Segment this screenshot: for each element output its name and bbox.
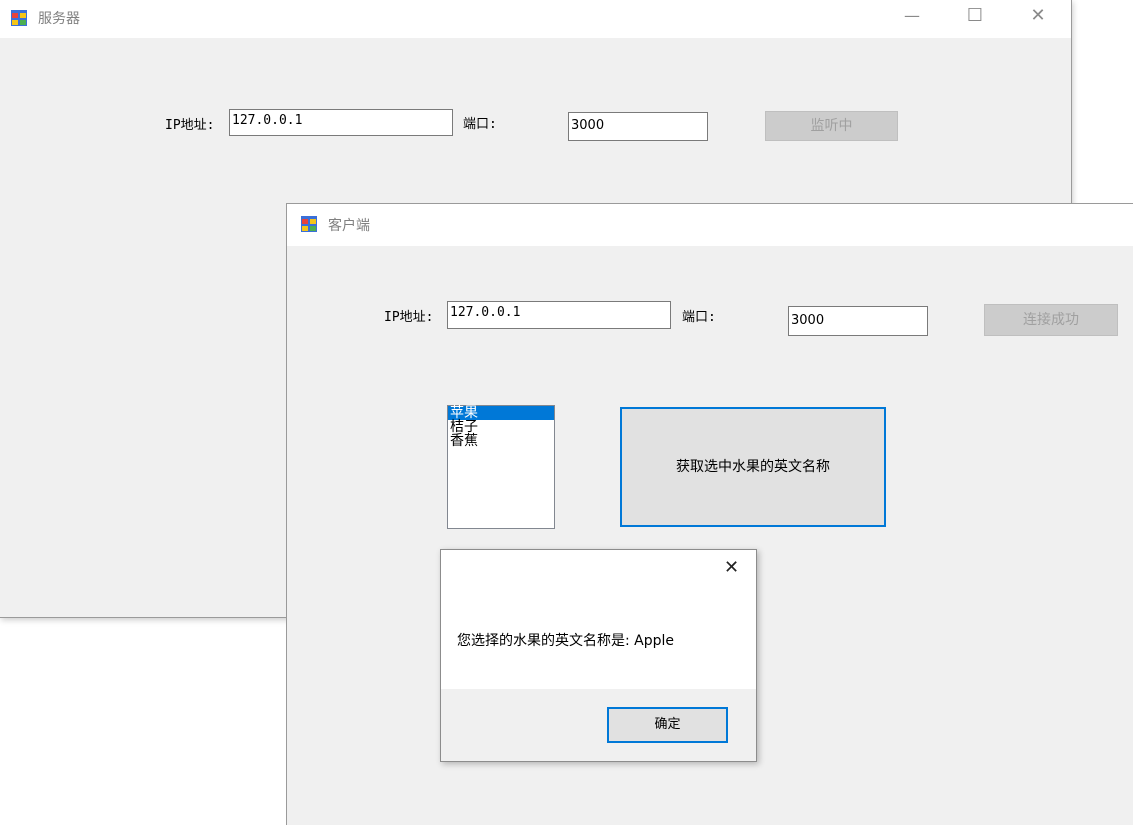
minimize-icon[interactable]: — <box>889 0 935 32</box>
client-ip-label: IP地址: <box>384 310 434 325</box>
server-window-title: 服务器 <box>38 11 80 27</box>
connect-button[interactable]: 连接成功 <box>984 304 1118 336</box>
list-item[interactable]: 苹果 <box>448 406 554 420</box>
app-icon <box>11 10 27 26</box>
client-port-label: 端口: <box>682 310 716 325</box>
app-icon <box>301 216 317 232</box>
message-box-footer: 确定 <box>441 689 756 761</box>
maximize-icon[interactable]: ☐ <box>952 0 998 32</box>
client-window-title: 客户端 <box>328 218 370 234</box>
listen-button[interactable]: 监听中 <box>765 111 898 141</box>
message-box: ✕ 您选择的水果的英文名称是: Apple 确定 <box>440 549 757 762</box>
client-ip-input[interactable]: 127.0.0.1 <box>447 301 671 329</box>
list-item[interactable]: 香蕉 <box>448 434 554 448</box>
server-title-bar[interactable]: 服务器 — ☐ ✕ <box>0 0 1071 38</box>
server-ip-label: IP地址: <box>165 118 215 133</box>
fruit-listbox[interactable]: 苹果 桔子 香蕉 <box>447 405 555 529</box>
client-port-input[interactable]: 3000 <box>788 306 928 336</box>
server-port-input[interactable]: 3000 <box>568 112 708 141</box>
client-title-bar[interactable]: 客户端 <box>287 204 1133 246</box>
close-icon[interactable]: ✕ <box>1015 0 1061 32</box>
get-english-name-button[interactable]: 获取选中水果的英文名称 <box>620 407 886 527</box>
server-port-label: 端口: <box>463 117 497 132</box>
server-ip-input[interactable]: 127.0.0.1 <box>229 109 453 136</box>
close-icon[interactable]: ✕ <box>724 557 739 578</box>
message-text: 您选择的水果的英文名称是: Apple <box>457 633 675 649</box>
ok-button[interactable]: 确定 <box>607 707 728 743</box>
list-item[interactable]: 桔子 <box>448 420 554 434</box>
